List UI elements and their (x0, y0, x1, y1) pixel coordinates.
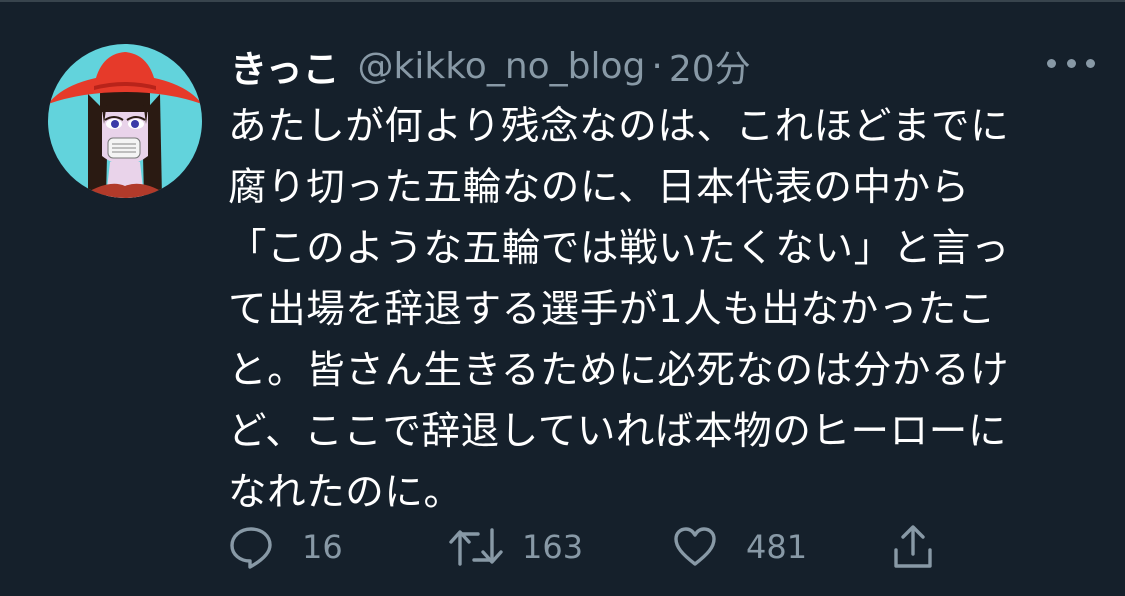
more-icon[interactable] (1047, 48, 1095, 78)
tweet-text-line: 「このような五輪では戦いたくない」と言っ (228, 226, 1011, 271)
timestamp[interactable]: 20分 (669, 40, 751, 92)
tweet-text-line: ど、ここで辞退していれば本物のヒーローに (228, 409, 1007, 454)
tweet-text-line: て出場を辞退する選手が1人も出なかったこ (228, 287, 996, 332)
retweet-arrows-icon (449, 528, 503, 566)
tweet-header: きっこ @kikko_no_blog · 20分 (230, 38, 751, 94)
tweet-text-line: あたしが何より残念なのは、これほどまでに (228, 104, 1010, 149)
speech-bubble-icon (230, 527, 272, 569)
like-count: 481 (746, 528, 808, 566)
tweet-text-line: なれたのに。 (228, 470, 463, 515)
reply-count: 16 (302, 528, 343, 566)
avatar-image (48, 44, 202, 198)
retweet-count: 163 (522, 528, 584, 566)
separator-dot: · (651, 45, 663, 87)
share-button[interactable] (890, 520, 936, 574)
user-handle[interactable]: @kikko_no_blog (358, 46, 646, 87)
like-button[interactable]: 481 (672, 520, 807, 574)
tweet-text-line: 腐り切った五輪なのに、日本代表の中から (228, 165, 970, 210)
action-bar: 16 163 481 (228, 520, 958, 574)
tweet[interactable]: きっこ @kikko_no_blog · 20分 あたしが何より残念なのは、これ… (0, 0, 1125, 596)
retweet-button[interactable]: 163 (448, 520, 583, 574)
heart-icon (674, 527, 716, 566)
display-name[interactable]: きっこ (230, 39, 340, 93)
tweet-text: あたしが何より残念なのは、これほどまでに 腐り切った五輪なのに、日本代表の中から… (228, 96, 1088, 523)
share-upload-icon (894, 525, 932, 568)
tweet-text-line: と。皆さん生きるために必死なのは分かるけ (228, 348, 1010, 393)
avatar[interactable] (48, 44, 202, 198)
reply-button[interactable]: 16 (228, 520, 343, 574)
